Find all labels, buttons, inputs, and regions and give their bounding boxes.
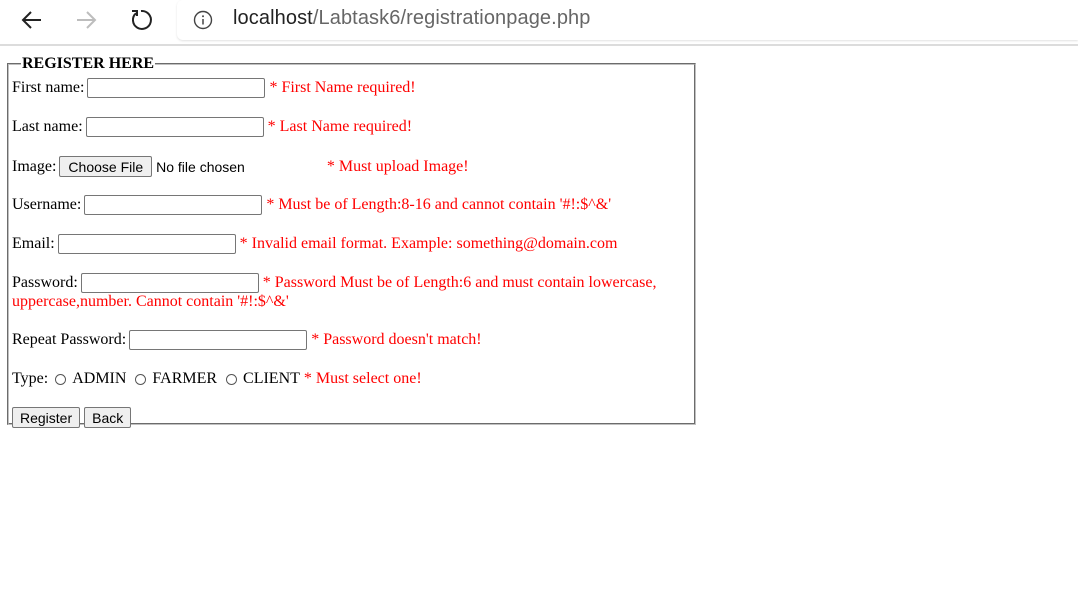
forward-arrow-icon[interactable]	[72, 6, 100, 34]
image-error: * Must upload Image!	[326, 157, 469, 175]
email-input[interactable]	[57, 234, 236, 254]
last-name-input[interactable]	[85, 117, 264, 137]
username-error: * Must be of Length:8-16 and cannot cont…	[266, 196, 612, 213]
last-name-error: * Last Name required!	[267, 118, 413, 135]
password-input[interactable]	[80, 273, 259, 293]
address-bar[interactable]: localhost/Labtask6/registrationpage.php	[177, 0, 1078, 40]
repeat-password-row: Repeat Password: * Password doesn't matc…	[12, 330, 482, 350]
radio-farmer[interactable]	[135, 373, 147, 385]
type-row: Type: ADMIN FARMER CLIENT * Must select …	[12, 370, 422, 388]
radio-client[interactable]	[226, 373, 238, 385]
repeat-password-input[interactable]	[129, 330, 308, 350]
info-icon[interactable]	[193, 10, 213, 30]
url-host: localhost	[233, 7, 313, 29]
password-label: Password:	[12, 274, 78, 291]
email-label: Email:	[12, 235, 55, 252]
button-row: Register Back	[12, 407, 135, 428]
url-text[interactable]: localhost/Labtask6/registrationpage.php	[233, 7, 590, 30]
file-status: No file chosen	[156, 158, 245, 175]
back-arrow-icon[interactable]	[18, 6, 46, 34]
last-name-label: Last name:	[12, 118, 83, 135]
username-input[interactable]	[84, 195, 263, 215]
radio-admin-label: ADMIN	[72, 370, 127, 387]
type-label: Type:	[12, 370, 49, 387]
username-row: Username: * Must be of Length:8-16 and c…	[12, 195, 611, 215]
last-name-row: Last name: * Last Name required!	[12, 117, 412, 137]
repeat-password-label: Repeat Password:	[12, 331, 127, 348]
image-label: Image:	[12, 157, 57, 175]
email-row: Email: * Invalid email format. Example: …	[12, 234, 617, 254]
username-label: Username:	[12, 196, 82, 213]
password-row: Password: * Password Must be of Length:6…	[12, 273, 656, 293]
back-button[interactable]: Back	[84, 407, 132, 428]
first-name-row: First name: * First Name required!	[12, 78, 416, 98]
type-error: * Must select one!	[303, 370, 422, 387]
radio-client-label: CLIENT	[243, 370, 300, 387]
url-path: /Labtask6/registrationpage.php	[312, 7, 591, 29]
reload-icon[interactable]	[127, 6, 155, 34]
password-error-row2: uppercase,number. Cannot contain '#!:$^&…	[12, 293, 289, 311]
first-name-error: * First Name required!	[269, 79, 416, 96]
password-error-line1: * Password Must be of Length:6 and must …	[262, 274, 657, 291]
password-error-line2: uppercase,number. Cannot contain '#!:$^&…	[12, 293, 289, 310]
form-legend: REGISTER HERE	[22, 55, 155, 72]
radio-farmer-label: FARMER	[152, 370, 218, 387]
email-error: * Invalid email format. Example: somethi…	[239, 235, 618, 252]
first-name-label: First name:	[12, 79, 85, 96]
repeat-password-error: * Password doesn't match!	[311, 331, 482, 348]
browser-toolbar: localhost/Labtask6/registrationpage.php	[0, 0, 1078, 46]
register-button[interactable]: Register	[12, 407, 81, 428]
first-name-input[interactable]	[87, 78, 266, 98]
radio-admin[interactable]	[55, 373, 67, 385]
image-row: Image: Choose File No file chosen * Must…	[12, 156, 469, 177]
choose-file-button[interactable]: Choose File	[59, 156, 153, 177]
